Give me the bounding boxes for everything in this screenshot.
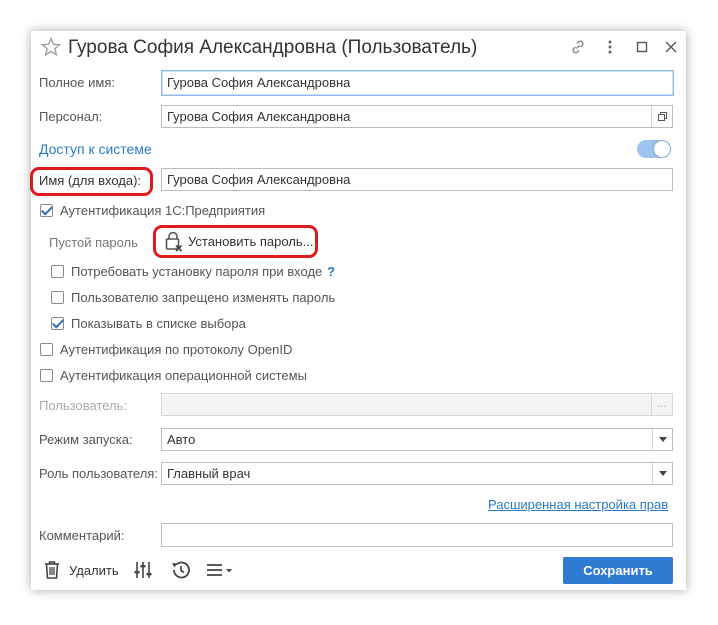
full-name-input[interactable]: Гурова София Александровна [161,70,674,96]
login-label: Имя (для входа): [39,173,142,188]
lock-icon [163,230,185,252]
personnel-label: Персонал: [39,109,103,124]
auth-os-label: Аутентификация операционной системы [60,368,307,383]
settings-sliders-icon[interactable] [133,559,153,584]
advanced-rights-link[interactable]: Расширенная настройка прав [488,497,668,512]
user-role-value: Главный врач [167,466,251,481]
auth-1c-label: Аутентификация 1С:Предприятия [60,203,266,218]
maximize-icon[interactable] [635,40,649,57]
auth-os-checkbox[interactable] [40,369,53,382]
toggle-knob [654,141,670,157]
auth-openid-label: Аутентификация по протоколу OpenID [60,342,293,357]
menu-icon[interactable] [206,561,234,582]
user-role-select[interactable]: Главный врач [161,462,673,485]
forbid-change-checkbox[interactable] [51,291,64,304]
save-button[interactable]: Сохранить [563,557,673,584]
empty-password-label: Пустой пароль [49,235,138,250]
access-toggle[interactable] [637,140,671,158]
star-icon[interactable] [40,36,62,60]
require-password-checkbox[interactable] [51,265,64,278]
launch-mode-value: Авто [167,432,196,447]
auth-openid-checkbox[interactable] [40,343,53,356]
require-password-label: Потребовать установку пароля при входе [71,264,323,279]
personnel-value: Гурова София Александровна [167,109,351,124]
open-in-window-icon[interactable] [651,106,672,127]
more-vertical-icon[interactable] [603,39,617,58]
launch-mode-label: Режим запуска: [39,432,133,447]
window-title: Гурова София Александровна (Пользователь… [68,37,478,58]
chevron-down-icon[interactable] [652,429,672,450]
launch-mode-select[interactable]: Авто [161,428,673,451]
access-section-title[interactable]: Доступ к системе [39,141,152,157]
login-input[interactable]: Гурова София Александровна [161,168,673,191]
os-user-input: ... [161,393,673,416]
chevron-down-icon[interactable] [652,463,672,484]
full-name-label: Полное имя: [39,75,115,90]
show-in-list-checkbox[interactable] [51,317,64,330]
user-role-label: Роль пользователя: [39,466,158,481]
set-password-label: Установить пароль... [188,233,314,249]
comment-input[interactable] [161,523,673,547]
set-password-button[interactable]: Установить пароль... [163,230,313,252]
trash-icon[interactable] [43,560,61,583]
close-icon[interactable] [663,39,679,58]
link-icon[interactable] [569,38,587,59]
forbid-change-label: Пользователю запрещено изменять пароль [71,290,336,305]
os-user-label: Пользователь: [39,398,127,413]
os-user-select-button: ... [651,394,672,415]
history-icon[interactable] [169,558,193,585]
help-icon[interactable]: ? [327,264,335,279]
delete-button[interactable]: Удалить [69,563,119,578]
auth-1c-checkbox[interactable] [40,204,53,217]
show-in-list-label: Показывать в списке выбора [71,316,246,331]
personnel-input[interactable]: Гурова София Александровна [161,105,673,128]
comment-label: Комментарий: [39,528,125,543]
